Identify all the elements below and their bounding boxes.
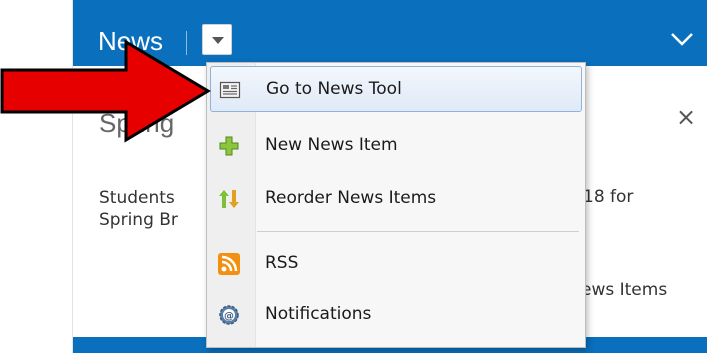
red-pointer-arrow-icon <box>0 39 211 143</box>
news-body-line-1-end: 18 for <box>583 187 634 207</box>
view-all-news-items-link[interactable]: ews Items <box>581 280 667 300</box>
menu-item-reorder-news-items[interactable]: Reorder News Items <box>210 176 582 222</box>
notifications-gear-icon: @ <box>219 305 239 325</box>
menu-item-label: Reorder News Items <box>265 188 437 208</box>
menu-item-label: New News Item <box>265 135 398 155</box>
menu-item-label: Go to News Tool <box>266 79 402 99</box>
close-icon[interactable]: × <box>676 103 696 131</box>
menu-item-label: Notifications <box>265 304 372 324</box>
chevron-down-icon <box>671 33 693 46</box>
rss-icon <box>218 253 240 275</box>
reorder-icon <box>219 190 239 208</box>
svg-text:@: @ <box>224 311 234 322</box>
menu-item-new-news-item[interactable]: New News Item <box>210 123 582 169</box>
widget-context-menu: Go to News Tool New News Item Reorder Ne… <box>206 62 586 348</box>
menu-item-label: RSS <box>265 253 299 273</box>
menu-item-go-to-news-tool[interactable]: Go to News Tool <box>210 66 582 112</box>
menu-item-rss[interactable]: RSS <box>210 241 582 287</box>
collapse-widget-button[interactable] <box>667 26 697 52</box>
menu-separator <box>257 231 579 232</box>
menu-item-notifications[interactable]: @ Notifications <box>210 292 582 338</box>
